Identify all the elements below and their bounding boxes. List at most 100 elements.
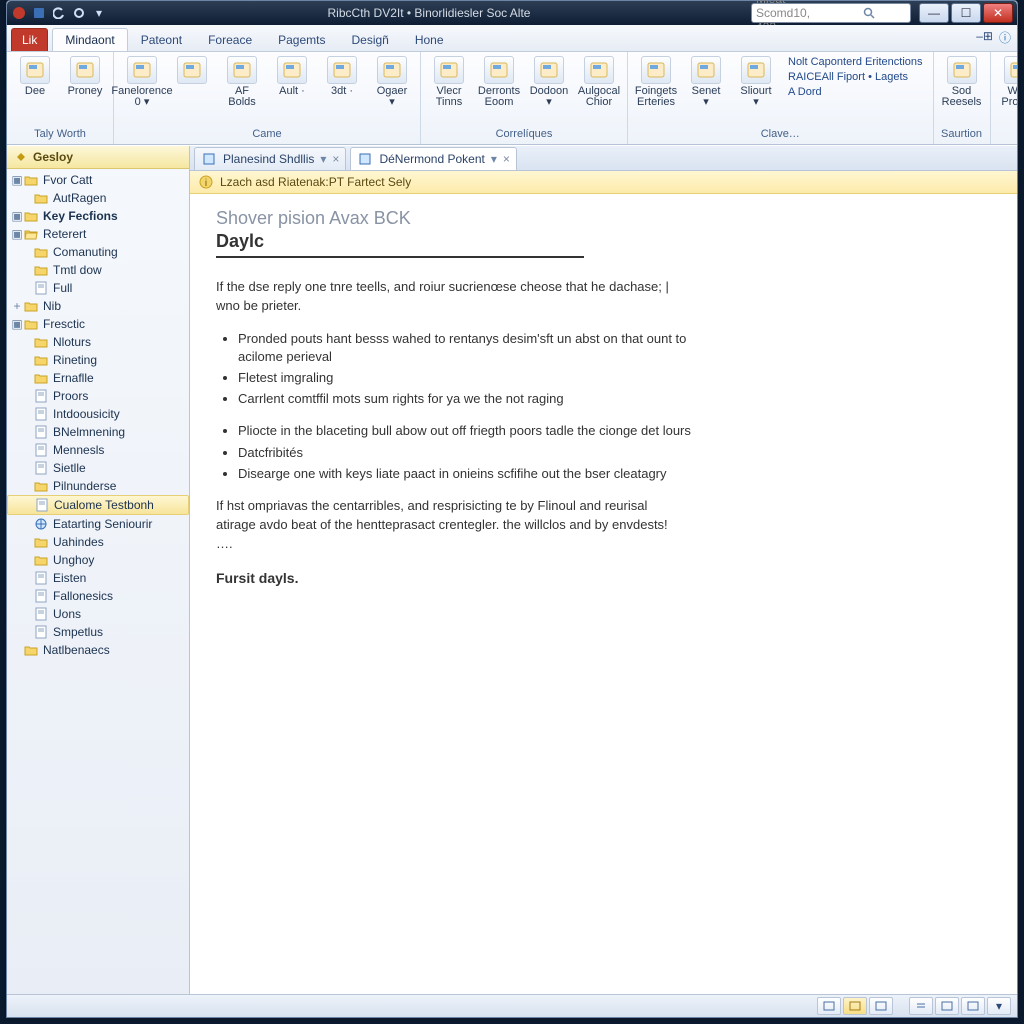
minimize-button[interactable]: — [919, 3, 949, 23]
tree-node[interactable]: Comanuting [7, 243, 189, 261]
tree-node[interactable]: Uahindes [7, 533, 189, 551]
tree-node[interactable]: Cualome Testbonh [7, 495, 189, 515]
tree-node[interactable]: Pilnunderse [7, 477, 189, 495]
tree-node[interactable]: Intdoousicity [7, 405, 189, 423]
ribbon-button[interactable]: Sod Reesels [938, 54, 986, 110]
tree-node[interactable]: BNelmnening [7, 423, 189, 441]
ribbon-help-icon[interactable]: ⓘ [999, 29, 1011, 46]
ribbon-button-icon [741, 56, 771, 84]
ribbon-tab[interactable]: Foreace [195, 28, 265, 51]
ribbon-button[interactable]: VlecrTinns [425, 54, 473, 110]
ribbon-button[interactable]: AFBolds [218, 54, 266, 110]
tree-node-icon [33, 571, 49, 585]
ribbon-min-icon[interactable]: –⊞ [976, 29, 993, 46]
file-tab[interactable]: Lik [11, 28, 48, 51]
ribbon-button[interactable]: Dee [11, 54, 59, 99]
status-view-extra[interactable] [961, 997, 985, 1015]
ribbon-button[interactable]: Proney [61, 54, 109, 99]
ribbon-button[interactable]: WhtiProçes [995, 54, 1017, 110]
tree-node[interactable]: Eisten [7, 569, 189, 587]
ribbon-button[interactable]: Senet▾ [682, 54, 730, 110]
maximize-button[interactable]: ☐ [951, 3, 981, 23]
qat-redo-icon[interactable] [71, 5, 87, 21]
title-search-box[interactable]: Mieat Scomd10, 423 [751, 3, 911, 23]
tree-node[interactable]: Smpetlus [7, 623, 189, 641]
document-tab-bar: Planesind Shdllis▾×DéNermond Pokent▾× [190, 146, 1017, 171]
navigation-header[interactable]: Gesloy [7, 146, 189, 169]
search-icon[interactable] [831, 5, 906, 21]
document-tab-dropdown-icon[interactable]: ▾ [491, 152, 497, 166]
tree-node[interactable]: +Nib [7, 297, 189, 315]
ribbon-button[interactable]: Sliourt▾ [732, 54, 780, 110]
app-icon [11, 5, 27, 21]
ribbon-link[interactable]: Nolt Caponterd Eritenctions [788, 56, 923, 68]
tree-node-label: Sietlle [53, 461, 185, 475]
tree-node-icon [23, 299, 39, 313]
tree-node[interactable]: ▣Key Fecfions [7, 207, 189, 225]
tree-twisty-icon[interactable]: ▣ [11, 317, 23, 331]
ribbon-button[interactable]: DerrontsEoom [475, 54, 523, 110]
qat-save-icon[interactable] [31, 5, 47, 21]
tree-node[interactable]: Rineting [7, 351, 189, 369]
tree-node[interactable]: ▣Reterert [7, 225, 189, 243]
tree-node[interactable]: Uons [7, 605, 189, 623]
ribbon-button[interactable]: Ogaer▾ [368, 54, 416, 110]
ribbon-button[interactable]: Fanelorence0 ▾ [118, 54, 166, 110]
ribbon-button[interactable]: 3dt · [318, 54, 366, 99]
tree-node-icon [33, 245, 49, 259]
ribbon-tab[interactable]: Hone [402, 28, 457, 51]
info-bar[interactable]: i Lzach asd Riatenak:PT Fartect Sely [190, 171, 1017, 194]
tree-node[interactable]: Full [7, 279, 189, 297]
ribbon-tab[interactable]: Mindaont [52, 28, 127, 51]
qat-more-icon[interactable]: ▾ [91, 5, 107, 21]
status-zoom-dropdown[interactable]: ▾ [987, 997, 1011, 1015]
tree-node[interactable]: Tmtl dow [7, 261, 189, 279]
ribbon-button[interactable] [168, 54, 216, 88]
tree-node[interactable]: Mennesls [7, 441, 189, 459]
tree-node[interactable]: Sietlle [7, 459, 189, 477]
ribbon-tab[interactable]: Desigñ [338, 28, 401, 51]
status-view-web[interactable] [869, 997, 893, 1015]
ribbon-button[interactable]: Dodoon▾ [525, 54, 573, 110]
tree-twisty-icon[interactable]: + [11, 299, 23, 313]
tree-node[interactable]: Natlbenaecs [7, 641, 189, 659]
ribbon-tab[interactable]: Pateont [128, 28, 195, 51]
ribbon-button[interactable]: AulgocalChior [575, 54, 623, 110]
document-tab[interactable]: Planesind Shdllis ▾ × [194, 147, 346, 170]
ribbon-group: VlecrTinnsDerrontsEoomDodoon▾AulgocalChi… [421, 52, 628, 144]
tree-node[interactable]: Nloturs [7, 333, 189, 351]
tree-node[interactable]: Proors [7, 387, 189, 405]
tree-twisty-icon[interactable]: ▣ [11, 227, 23, 241]
ribbon-tab[interactable]: Pagemts [265, 28, 338, 51]
ribbon-button[interactable]: FoingetsErteries [632, 54, 680, 110]
ribbon-button[interactable]: Ault · [268, 54, 316, 99]
document-tab-label: Planesind Shdllis [223, 152, 314, 166]
ribbon-link[interactable]: A Dord [788, 86, 923, 98]
tree-twisty-icon[interactable]: ▣ [11, 209, 23, 223]
tree-node[interactable]: Fallonesics [7, 587, 189, 605]
tree-twisty-icon[interactable]: ▣ [11, 173, 23, 187]
status-view-outline[interactable] [909, 997, 933, 1015]
status-view-draft[interactable] [935, 997, 959, 1015]
tree-node[interactable]: Ernaflle [7, 369, 189, 387]
navigation-tree[interactable]: ▣Fvor CattAutRagen▣Key Fecfions▣Reterert… [7, 169, 189, 994]
tree-node-label: Comanuting [53, 245, 185, 259]
document-page: Shover pision Avax BCK Daylc If the dse … [190, 194, 1017, 994]
document-tab-close-icon[interactable]: × [503, 152, 510, 166]
ribbon-button-icon [227, 56, 257, 84]
document-tab[interactable]: DéNermond Pokent▾× [350, 147, 516, 170]
ribbon-button-sublabel: Erteries [637, 97, 675, 108]
tree-node[interactable]: Unghoy [7, 551, 189, 569]
document-tab-dropdown-icon[interactable]: ▾ [320, 152, 326, 166]
qat-undo-icon[interactable] [51, 5, 67, 21]
document-tab-close-icon[interactable]: × [332, 152, 339, 166]
status-view-normal[interactable] [817, 997, 841, 1015]
ribbon-link[interactable]: RAICEAll Fiport • Lagets [788, 71, 923, 83]
close-button[interactable]: ✕ [983, 3, 1013, 23]
tree-node-icon [33, 625, 49, 639]
tree-node[interactable]: AutRagen [7, 189, 189, 207]
tree-node[interactable]: Eatarting Seniourir [7, 515, 189, 533]
status-view-layout[interactable] [843, 997, 867, 1015]
tree-node[interactable]: ▣Fvor Catt [7, 171, 189, 189]
tree-node[interactable]: ▣Fresctic [7, 315, 189, 333]
